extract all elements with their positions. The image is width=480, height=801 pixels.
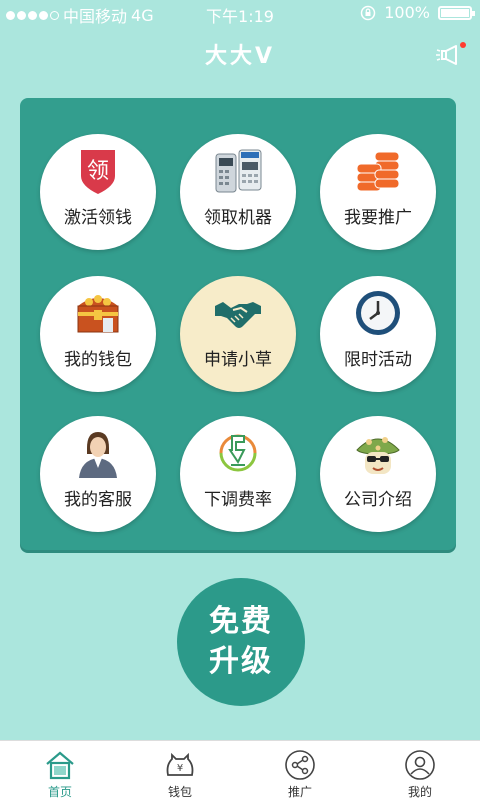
tile-get-machine[interactable]: 领取机器 — [180, 134, 296, 250]
page-title: 大大V — [204, 44, 276, 69]
tab-promote[interactable]: 推广 — [240, 741, 360, 801]
tile-apply-grass[interactable]: 申请小草 — [180, 276, 296, 392]
treasure-chest-icon — [77, 295, 119, 333]
battery-percent: 100% — [384, 3, 430, 22]
upgrade-line-2: 升级 — [209, 644, 273, 679]
tab-wallet[interactable]: ¥ 钱包 — [120, 741, 240, 801]
tab-profile[interactable]: 我的 — [360, 741, 480, 801]
tab-label: 钱包 — [167, 785, 192, 799]
handshake-icon — [215, 302, 261, 328]
notification-dot — [460, 42, 466, 48]
tile-limited-event[interactable]: 限时活动 — [320, 276, 436, 392]
activate-badge-text: 领 — [87, 159, 109, 184]
menu-panel: 领 激活领钱 领取机器 我要推广 我的钱包 申请小草 限时活动 我的客服 下调费… — [20, 98, 456, 550]
tile-lower-rate[interactable]: 下调费率 — [180, 416, 296, 532]
tile-label: 我的客服 — [64, 490, 132, 510]
tab-label: 首页 — [47, 785, 72, 799]
home-icon — [46, 751, 74, 780]
tile-company-intro[interactable]: 公司介绍 — [320, 416, 436, 532]
mushroom-icon — [356, 437, 400, 474]
tab-label: 推广 — [287, 785, 312, 799]
tile-label: 我的钱包 — [64, 350, 132, 370]
tile-label: 领取机器 — [204, 208, 272, 228]
tile-label: 申请小草 — [204, 350, 272, 370]
tile-label: 公司介绍 — [344, 490, 412, 510]
lock-rotation-icon — [361, 5, 376, 20]
tile-label: 激活领钱 — [64, 208, 132, 228]
tab-label: 我的 — [407, 785, 432, 799]
tile-customer-service[interactable]: 我的客服 — [40, 416, 156, 532]
pos-machine-icon — [215, 149, 262, 193]
tile-activate[interactable]: 领 激活领钱 — [40, 134, 156, 250]
tile-label: 下调费率 — [204, 490, 272, 510]
clock-icon — [356, 291, 400, 335]
wallet-icon: ¥ — [166, 752, 194, 776]
battery-icon — [438, 5, 475, 20]
tile-label: 我要推广 — [344, 208, 412, 228]
bottom-tab-bar: 首页 ¥ 钱包 推广 我的 — [0, 740, 480, 801]
tile-label: 限时活动 — [344, 350, 412, 370]
tab-home[interactable]: 首页 — [0, 741, 120, 801]
upgrade-line-1: 免费 — [209, 604, 273, 639]
notification-button[interactable] — [436, 42, 466, 68]
free-upgrade-button[interactable]: 免费 升级 — [177, 578, 305, 706]
activate-icon: 领 — [81, 150, 115, 194]
share-icon — [285, 750, 315, 780]
customer-service-icon — [79, 432, 117, 478]
profile-icon — [405, 750, 435, 780]
status-bar: 中国移动 4G 下午1:19 100% — [0, 0, 480, 26]
tile-wallet[interactable]: 我的钱包 — [40, 276, 156, 392]
coins-icon — [356, 151, 400, 192]
tile-promote[interactable]: 我要推广 — [320, 134, 436, 250]
rate-down-icon — [219, 434, 257, 472]
svg-text:¥: ¥ — [177, 763, 183, 774]
